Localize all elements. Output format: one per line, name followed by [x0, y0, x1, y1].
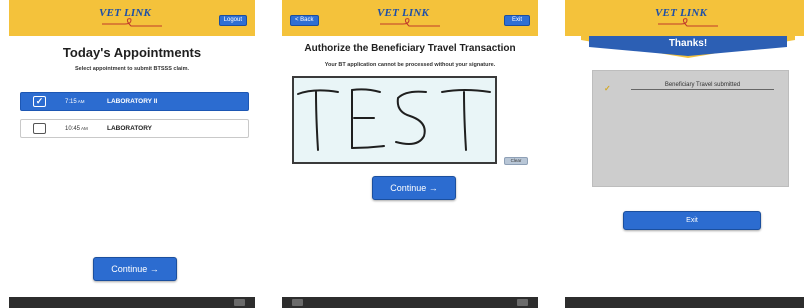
keyboard-icon[interactable]: [234, 299, 245, 306]
logo-swoosh-icon: [102, 18, 162, 27]
checkbox-unchecked[interactable]: [33, 123, 46, 134]
appointment-time: 7:15AM: [65, 99, 85, 105]
logo-swoosh-icon: [658, 18, 718, 27]
bottom-toolbar: [9, 297, 255, 308]
menu-icon[interactable]: [292, 299, 303, 306]
thanks-title: Thanks!: [668, 38, 708, 49]
appointment-time: 10:45AM: [65, 126, 88, 132]
page-title: Authorize the Beneficiary Travel Transac…: [304, 43, 516, 54]
checkbox-checked[interactable]: ✓: [33, 96, 46, 107]
confirmation-screen: VET LINK Thanks! ✓ Beneficiary Travel su…: [565, 0, 804, 308]
page-title: Today's Appointments: [62, 45, 202, 60]
clear-button[interactable]: Clear: [504, 157, 528, 165]
bottom-toolbar: [565, 297, 804, 308]
appointments-screen: VET LINK Logout Today's Appointments Sel…: [9, 0, 255, 308]
signature-pad[interactable]: [292, 76, 497, 164]
back-button[interactable]: < Back: [290, 15, 319, 26]
page-subtitle: Your BT application cannot be processed …: [324, 62, 496, 68]
signature-drawing: [297, 88, 491, 151]
logout-button[interactable]: Logout: [218, 15, 247, 26]
check-icon: ✓: [604, 84, 611, 93]
vet-link-logo: VET LINK: [99, 7, 165, 27]
status-panel: ✓ Beneficiary Travel submitted: [592, 70, 789, 187]
status-text: Beneficiary Travel submitted: [631, 82, 774, 90]
bottom-toolbar: [282, 297, 538, 308]
keyboard-icon[interactable]: [517, 299, 528, 306]
header-bar: VET LINK Logout: [9, 0, 255, 36]
signature-screen: < Back VET LINK Exit Authorize the Benef…: [282, 0, 538, 308]
appointment-name: LABORATORY II: [107, 98, 158, 105]
vet-link-logo: VET LINK: [655, 7, 721, 27]
exit-button[interactable]: Exit: [623, 211, 761, 230]
vet-link-logo: VET LINK: [377, 7, 443, 27]
page-subtitle: Select appointment to submit BTSSS claim…: [75, 66, 189, 72]
appointment-row-2[interactable]: 10:45AM LABORATORY: [20, 119, 249, 138]
continue-button[interactable]: Continue →: [372, 176, 456, 200]
header-bar: < Back VET LINK Exit: [282, 0, 538, 36]
header-bar: VET LINK: [565, 0, 804, 36]
exit-button[interactable]: Exit: [504, 15, 530, 26]
logo-swoosh-icon: [380, 18, 440, 27]
appointment-name: LABORATORY: [107, 125, 153, 132]
appointment-row-1[interactable]: ✓ 7:15AM LABORATORY II: [20, 92, 249, 111]
continue-button[interactable]: Continue →: [93, 257, 177, 281]
